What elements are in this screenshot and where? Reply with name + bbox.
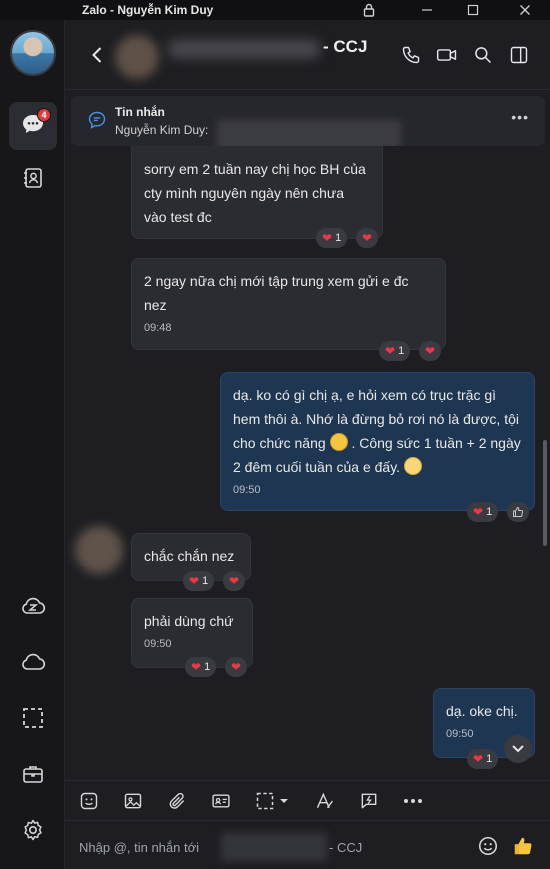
- contact-avatar[interactable]: [115, 35, 159, 79]
- chevron-down-icon[interactable]: [277, 790, 291, 812]
- more-options-icon[interactable]: •••: [511, 109, 529, 125]
- reaction-number: 1: [398, 345, 405, 357]
- thumbs-up-icon[interactable]: [511, 834, 535, 858]
- reaction-number: 1: [486, 506, 493, 518]
- message-icon: [87, 110, 107, 135]
- blurred-recipient: [221, 833, 327, 861]
- pinned-sender: Nguyễn Kim Duy:: [115, 123, 209, 137]
- message-input[interactable]: Nhập @, tin nhắn tới - CCJ: [65, 820, 550, 869]
- video-call-icon[interactable]: [434, 42, 460, 68]
- input-placeholder: Nhập @, tin nhắn tới: [79, 840, 200, 855]
- contacts-icon: [21, 166, 45, 195]
- close-button[interactable]: [508, 0, 542, 20]
- message-time: 09:50: [144, 638, 172, 650]
- nav-screenshot[interactable]: [9, 696, 57, 744]
- heart-react-button[interactable]: ❤: [419, 341, 441, 361]
- message-list: sorry em 2 tuần nay chị học BH của cty m…: [65, 146, 550, 780]
- text-format-icon[interactable]: [314, 790, 336, 812]
- composer-toolbar: [65, 780, 550, 820]
- search-icon[interactable]: [470, 42, 496, 68]
- screenshot-capture-icon[interactable]: [254, 790, 276, 812]
- conversation-header: - CCJ: [65, 20, 550, 90]
- heart-react-button[interactable]: ❤: [356, 228, 378, 248]
- cloud-icon: [20, 651, 46, 678]
- message-text: chắc chắn nez: [144, 548, 235, 564]
- like-react-button[interactable]: [507, 502, 529, 522]
- message-text: dạ. ko có gì chị ạ, e hỏi xem có trục tr…: [233, 383, 522, 479]
- message-time: 09:50: [233, 484, 261, 496]
- image-icon[interactable]: [122, 790, 144, 812]
- lock-icon[interactable]: [352, 0, 386, 20]
- message-text: 2 ngay nữa chị mới tập trung xem gửi e đ…: [144, 273, 409, 313]
- emoji-icon[interactable]: [476, 834, 500, 858]
- nav-zcloud[interactable]: [9, 584, 57, 632]
- maximize-button[interactable]: [456, 0, 490, 20]
- briefcase-icon: [21, 762, 45, 791]
- message-bubble[interactable]: dạ. ko có gì chị ạ, e hỏi xem có trục tr…: [220, 372, 535, 511]
- reaction-number: 1: [202, 575, 209, 587]
- reaction-count[interactable]: ❤ 1: [316, 228, 348, 248]
- heart-react-button[interactable]: ❤: [225, 657, 247, 677]
- reaction-number: 1: [486, 753, 493, 765]
- back-button[interactable]: [85, 43, 109, 67]
- user-avatar[interactable]: [10, 30, 56, 76]
- pinned-label: Tin nhắn: [115, 105, 165, 119]
- reaction-number: 1: [335, 232, 342, 244]
- scrollbar[interactable]: [543, 440, 547, 546]
- heart-react-button[interactable]: ❤: [223, 571, 245, 591]
- attachment-icon[interactable]: [166, 790, 188, 812]
- minimize-button[interactable]: [410, 0, 444, 20]
- sidebar-toggle-icon[interactable]: [506, 42, 532, 68]
- nav-contacts[interactable]: [9, 156, 57, 204]
- reaction-count[interactable]: ❤ 1: [467, 502, 499, 522]
- scroll-to-bottom-button[interactable]: [504, 735, 532, 763]
- reaction-number: 1: [204, 661, 211, 673]
- conversation-title[interactable]: - CCJ: [323, 37, 367, 57]
- nav-toolbox[interactable]: [9, 752, 57, 800]
- blurred-contact-name: [169, 40, 319, 58]
- unread-badge: 4: [37, 108, 51, 122]
- message-text: dạ. oke chị.: [446, 703, 518, 719]
- reaction-count[interactable]: ❤ 1: [183, 571, 215, 591]
- contact-card-icon[interactable]: [210, 790, 232, 812]
- quick-message-icon[interactable]: [358, 790, 380, 812]
- reaction-count[interactable]: ❤ 1: [467, 749, 499, 769]
- laughing-emoji-icon: [329, 433, 348, 451]
- left-navigation: 4: [0, 20, 65, 869]
- sticker-icon[interactable]: [78, 790, 100, 812]
- pinned-message[interactable]: Tin nhắn Nguyễn Kim Duy: •••: [71, 96, 545, 150]
- dizzy-face-emoji-icon: [403, 457, 422, 475]
- call-icon[interactable]: [398, 42, 424, 68]
- message-text: sorry em 2 tuần nay chị học BH của cty m…: [144, 161, 366, 225]
- input-placeholder-suffix: - CCJ: [329, 840, 363, 855]
- message-time: 09:48: [144, 322, 172, 334]
- nav-messages[interactable]: 4: [9, 102, 57, 150]
- message-bubble[interactable]: sorry em 2 tuần nay chị học BH của cty m…: [131, 146, 383, 239]
- reaction-count[interactable]: ❤ 1: [379, 341, 411, 361]
- title-bar: Zalo - Nguyễn Kim Duy: [0, 0, 550, 20]
- window-title: Zalo - Nguyễn Kim Duy: [82, 3, 214, 17]
- screenshot-icon: [21, 706, 45, 735]
- zcloud-icon: [20, 595, 46, 622]
- message-bubble[interactable]: 2 ngay nữa chị mới tập trung xem gửi e đ…: [131, 258, 446, 350]
- nav-cloud[interactable]: [9, 640, 57, 688]
- more-tools-icon[interactable]: [402, 790, 424, 812]
- nav-settings[interactable]: [9, 808, 57, 856]
- message-text: phải dùng chứ: [144, 613, 234, 629]
- gear-icon: [21, 818, 45, 847]
- reaction-count[interactable]: ❤ 1: [185, 657, 217, 677]
- sender-avatar[interactable]: [75, 526, 123, 574]
